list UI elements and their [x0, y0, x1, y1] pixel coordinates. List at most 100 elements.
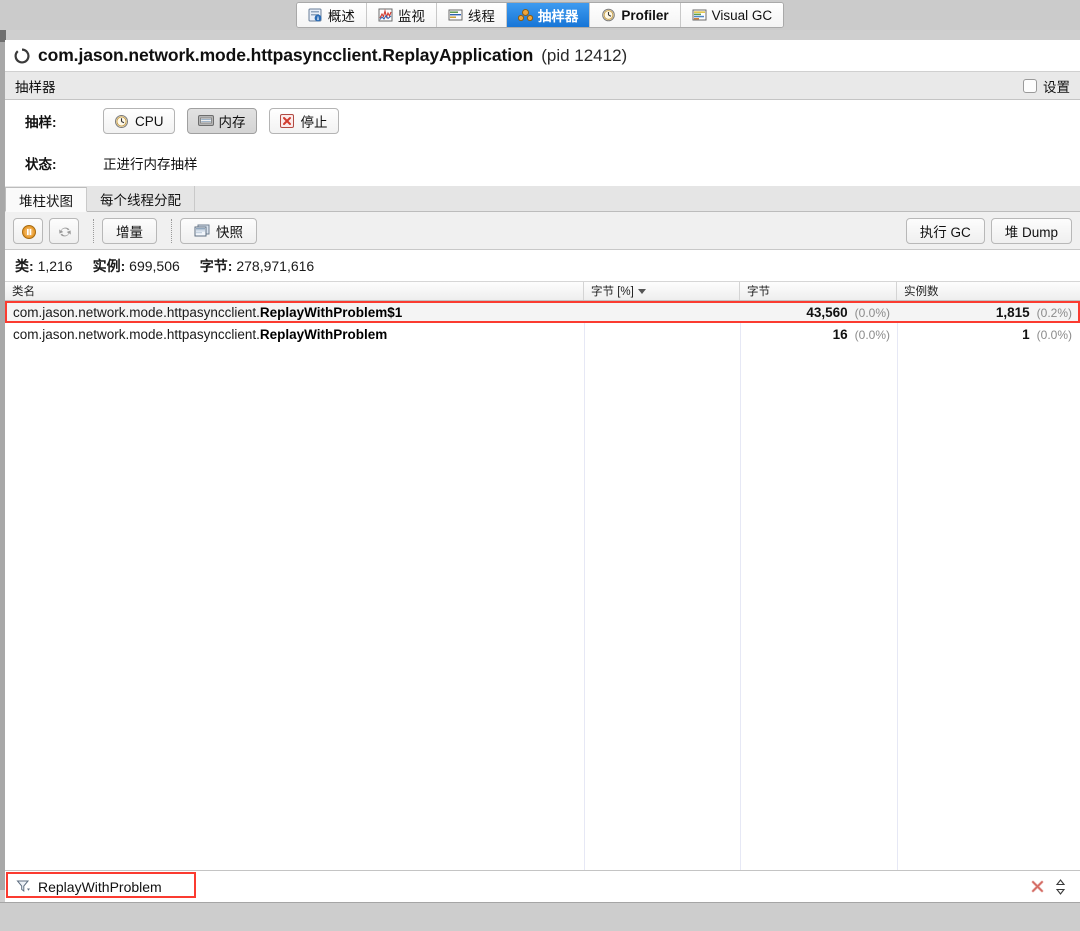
refresh-icon	[57, 224, 72, 238]
application-ring-icon	[14, 48, 30, 64]
sampling-controls-panel: 抽样: CPU	[5, 100, 1080, 186]
pause-button[interactable]	[13, 218, 43, 244]
snapshot-button[interactable]: 快照	[180, 218, 257, 244]
profiler-clock-icon	[601, 8, 616, 22]
heap-dump-label: 堆 Dump	[1005, 221, 1058, 241]
toolbar-separator-1	[93, 219, 94, 243]
filter-funnel-icon[interactable]	[16, 879, 32, 894]
instances-percent: (0.0%)	[1037, 328, 1072, 342]
sampler-header-band: 抽样器 设置	[5, 71, 1080, 100]
sort-descending-arrow-icon	[638, 289, 646, 294]
cell-bytes: 43,560 (0.0%)	[740, 305, 897, 320]
toolbar-right-group: 执行 GC 堆 Dump	[906, 218, 1072, 244]
perform-gc-button[interactable]: 执行 GC	[906, 218, 985, 244]
tab-overview[interactable]: 概述	[297, 3, 367, 27]
heap-summary: 类: 1,216 实例: 699,506 字节: 278,971,616	[5, 250, 1080, 281]
column-header-instances[interactable]: 实例数	[897, 282, 1079, 300]
bottom-strip	[0, 902, 1080, 931]
heap-toolbar: 增量 快照 执行 GC 堆 Dump	[5, 212, 1080, 250]
table-row[interactable]: com.jason.network.mode.httpasyncclient.R…	[5, 323, 1080, 345]
sampler-icon	[518, 8, 533, 22]
column-header-class-name[interactable]: 类名	[5, 282, 584, 300]
tab-heap-histogram-label: 堆柱状图	[19, 190, 73, 210]
column-header-bytes-percent-label: 字节 [%]	[591, 283, 634, 299]
bytes-percent: (0.0%)	[855, 328, 890, 342]
tab-visual-gc[interactable]: Visual GC	[681, 3, 784, 27]
settings-toggle[interactable]: 设置	[1023, 76, 1070, 96]
tab-heap-histogram[interactable]: 堆柱状图	[5, 187, 87, 212]
tab-per-thread-allocation[interactable]: 每个线程分配	[87, 186, 195, 211]
bytes-value: 278,971,616	[236, 258, 314, 274]
sampling-label: 抽样:	[25, 111, 103, 131]
instances-percent: (0.2%)	[1037, 306, 1072, 320]
class-package: com.jason.network.mode.httpasyncclient.	[13, 305, 260, 320]
stop-x-icon	[280, 114, 295, 128]
cell-class-name: com.jason.network.mode.httpasyncclient.R…	[5, 305, 584, 320]
class-simple-name: ReplayWithProblem	[260, 327, 387, 342]
snapshot-icon	[194, 224, 209, 238]
delta-button[interactable]: 增量	[102, 218, 157, 244]
column-divider-1	[584, 301, 585, 871]
clear-red-x-icon[interactable]	[1030, 879, 1045, 894]
page-title: com.jason.network.mode.httpasyncclient.R…	[38, 45, 533, 66]
perform-gc-label: 执行 GC	[920, 221, 971, 241]
column-header-bytes[interactable]: 字节	[740, 282, 897, 300]
monitor-icon	[378, 8, 393, 22]
pause-icon	[21, 224, 36, 238]
class-simple-name: ReplayWithProblem$1	[260, 305, 402, 320]
cell-instances: 1,815 (0.2%)	[897, 305, 1079, 320]
column-divider-2	[740, 301, 741, 871]
instances-label: 实例:	[93, 258, 126, 274]
column-header-bytes-label: 字节	[747, 283, 770, 299]
tab-monitor-label: 监视	[398, 5, 425, 25]
cpu-sampling-button[interactable]: CPU	[103, 108, 175, 134]
table-row[interactable]: com.jason.network.mode.httpasyncclient.R…	[5, 301, 1080, 323]
classes-summary: 类: 1,216	[15, 256, 73, 276]
cpu-button-label: CPU	[135, 114, 164, 129]
cell-instances: 1 (0.0%)	[897, 327, 1079, 342]
visualgc-icon	[692, 8, 707, 22]
column-header-instances-label: 实例数	[904, 283, 939, 299]
visualvm-window: 概述 监视	[0, 0, 1080, 931]
filter-value: ReplayWithProblem	[38, 879, 162, 895]
overview-icon	[308, 8, 323, 22]
tab-visual-gc-label: Visual GC	[712, 8, 773, 23]
cell-class-name: com.jason.network.mode.httpasyncclient.R…	[5, 327, 584, 342]
settings-label: 设置	[1043, 76, 1070, 96]
filter-input[interactable]: ReplayWithProblem	[9, 875, 168, 899]
instances-value: 1	[1022, 327, 1030, 342]
memory-button-label: 内存	[219, 111, 246, 131]
tab-threads[interactable]: 线程	[437, 3, 507, 27]
table-header-row: 类名 字节 [%] 字节 实例数	[5, 282, 1080, 301]
process-id: (pid 12412)	[541, 46, 627, 66]
memory-sampling-button[interactable]: 内存	[187, 108, 257, 134]
heap-dump-button[interactable]: 堆 Dump	[991, 218, 1072, 244]
tab-monitor[interactable]: 监视	[367, 3, 437, 27]
refresh-button[interactable]	[49, 218, 79, 244]
bytes-percent: (0.0%)	[855, 306, 890, 320]
top-strip: 概述 监视	[0, 0, 1080, 30]
stop-sampling-button[interactable]: 停止	[269, 108, 339, 134]
classes-label: 类:	[15, 258, 34, 274]
threads-icon	[448, 8, 463, 22]
column-divider-3	[897, 301, 898, 871]
table-body: com.jason.network.mode.httpasyncclient.R…	[5, 301, 1080, 871]
sampling-row: 抽样: CPU	[5, 100, 1080, 142]
filter-actions	[1030, 878, 1076, 896]
settings-checkbox[interactable]	[1023, 79, 1037, 93]
tab-sampler[interactable]: 抽样器	[507, 3, 591, 27]
bytes-label: 字节:	[200, 258, 233, 274]
cpu-clock-icon	[114, 114, 129, 128]
application-title-row: com.jason.network.mode.httpasyncclient.R…	[5, 40, 1080, 71]
column-header-class-name-label: 类名	[12, 283, 35, 299]
sampler-band-label: 抽样器	[15, 76, 56, 96]
up-down-spinner-icon[interactable]	[1054, 878, 1067, 896]
tab-profiler-label: Profiler	[621, 8, 668, 23]
column-header-bytes-percent[interactable]: 字节 [%]	[584, 282, 740, 300]
stop-button-label: 停止	[301, 111, 328, 131]
instances-value: 1,815	[996, 305, 1030, 320]
delta-button-label: 增量	[116, 221, 143, 241]
inner-tab-bar: 堆柱状图 每个线程分配	[5, 186, 1080, 212]
bytes-value: 43,560	[806, 305, 847, 320]
tab-profiler[interactable]: Profiler	[590, 3, 680, 27]
